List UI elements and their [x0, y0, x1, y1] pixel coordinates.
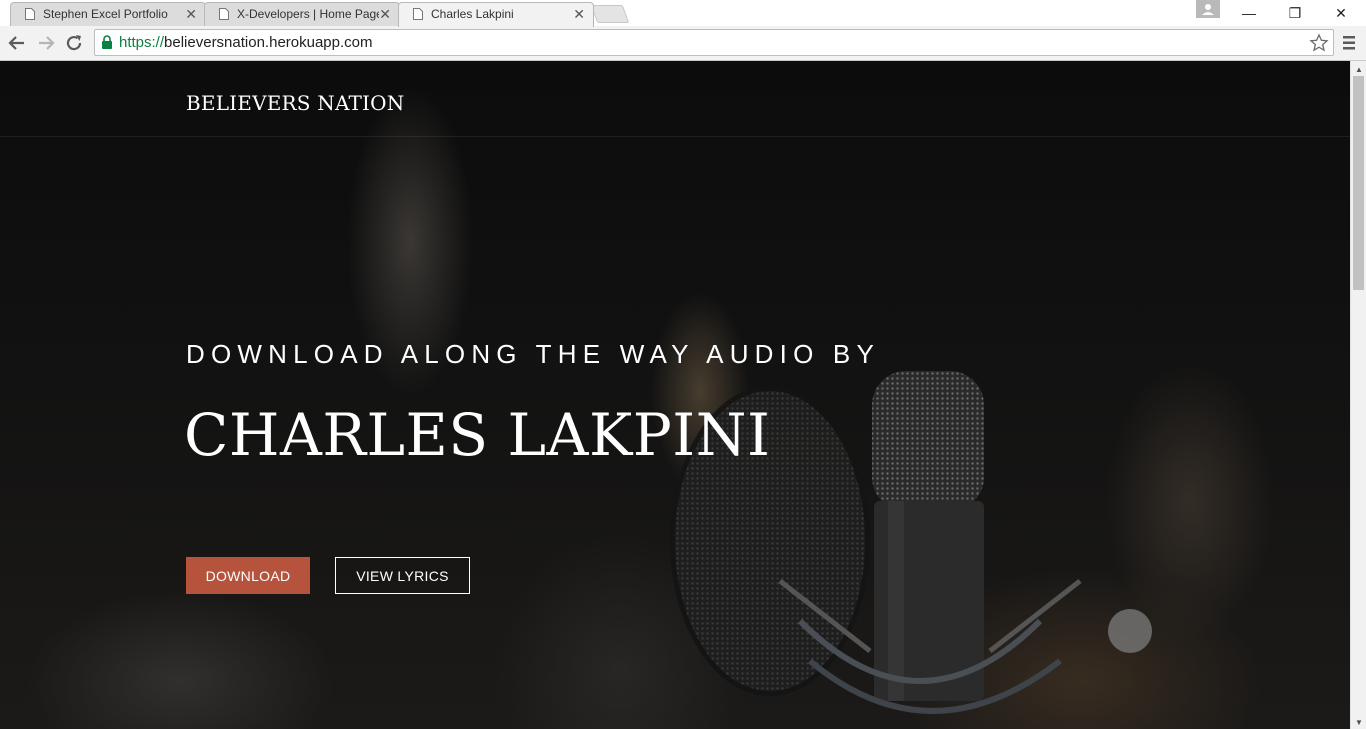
close-tab-icon[interactable]: ✕	[185, 6, 197, 23]
address-bar[interactable]: https://believersnation.herokuapp.com	[94, 29, 1334, 56]
menu-icon[interactable]	[1341, 34, 1357, 52]
reload-icon[interactable]	[64, 33, 84, 53]
tab-charles-lakpini[interactable]: Charles Lakpini ✕	[398, 2, 594, 27]
person-icon	[1202, 4, 1214, 15]
page-scrollbar[interactable]: ▲ ▼	[1350, 61, 1366, 729]
hero-subtitle: DOWNLOAD ALONG THE WAY AUDIO BY	[186, 339, 881, 369]
close-window-button[interactable]: ✕	[1318, 2, 1364, 24]
profile-button[interactable]	[1196, 0, 1220, 18]
scroll-down-arrow-icon[interactable]: ▼	[1355, 718, 1363, 727]
page-icon	[219, 8, 229, 20]
page-icon	[25, 8, 35, 20]
scroll-thumb[interactable]	[1353, 76, 1364, 290]
page-icon	[413, 8, 423, 20]
back-arrow-icon[interactable]	[7, 33, 27, 53]
forward-arrow-icon[interactable]	[36, 33, 56, 53]
minimize-button[interactable]: —	[1226, 2, 1272, 24]
hero-headline: CHARLES LAKPINI	[184, 401, 771, 469]
lock-icon	[102, 35, 112, 49]
hero-section: BELIEVERS NATION DOWNLOAD ALONG THE WAY …	[0, 61, 1350, 729]
bookmark-star-icon[interactable]	[1309, 33, 1329, 53]
tab-strip: Stephen Excel Portfolio ✕ X-Developers |…	[0, 0, 1366, 27]
tab-x-developers[interactable]: X-Developers | Home Page ✕	[204, 2, 400, 26]
tab-title: Stephen Excel Portfolio	[43, 7, 168, 21]
url-host: believersnation.herokuapp.com	[164, 34, 373, 51]
download-button[interactable]: DOWNLOAD	[186, 557, 310, 594]
browser-toolbar: https://believersnation.herokuapp.com	[0, 26, 1366, 61]
url-text[interactable]: https://believersnation.herokuapp.com	[119, 34, 373, 51]
brand-logo-link[interactable]: BELIEVERS NATION	[186, 91, 404, 115]
url-scheme: https://	[119, 34, 165, 51]
restore-button[interactable]: ❐	[1272, 2, 1318, 24]
tab-title: Charles Lakpini	[431, 7, 514, 21]
tab-title: X-Developers | Home Page	[237, 7, 379, 21]
new-tab-button[interactable]	[590, 5, 630, 23]
close-tab-icon[interactable]: ✕	[379, 6, 391, 23]
view-lyrics-button[interactable]: VIEW LYRICS	[335, 557, 470, 594]
site-navbar: BELIEVERS NATION	[0, 61, 1350, 137]
scroll-up-arrow-icon[interactable]: ▲	[1355, 65, 1363, 74]
close-tab-icon[interactable]: ✕	[573, 6, 585, 23]
tab-stephen-excel-portfolio[interactable]: Stephen Excel Portfolio ✕	[10, 2, 206, 26]
